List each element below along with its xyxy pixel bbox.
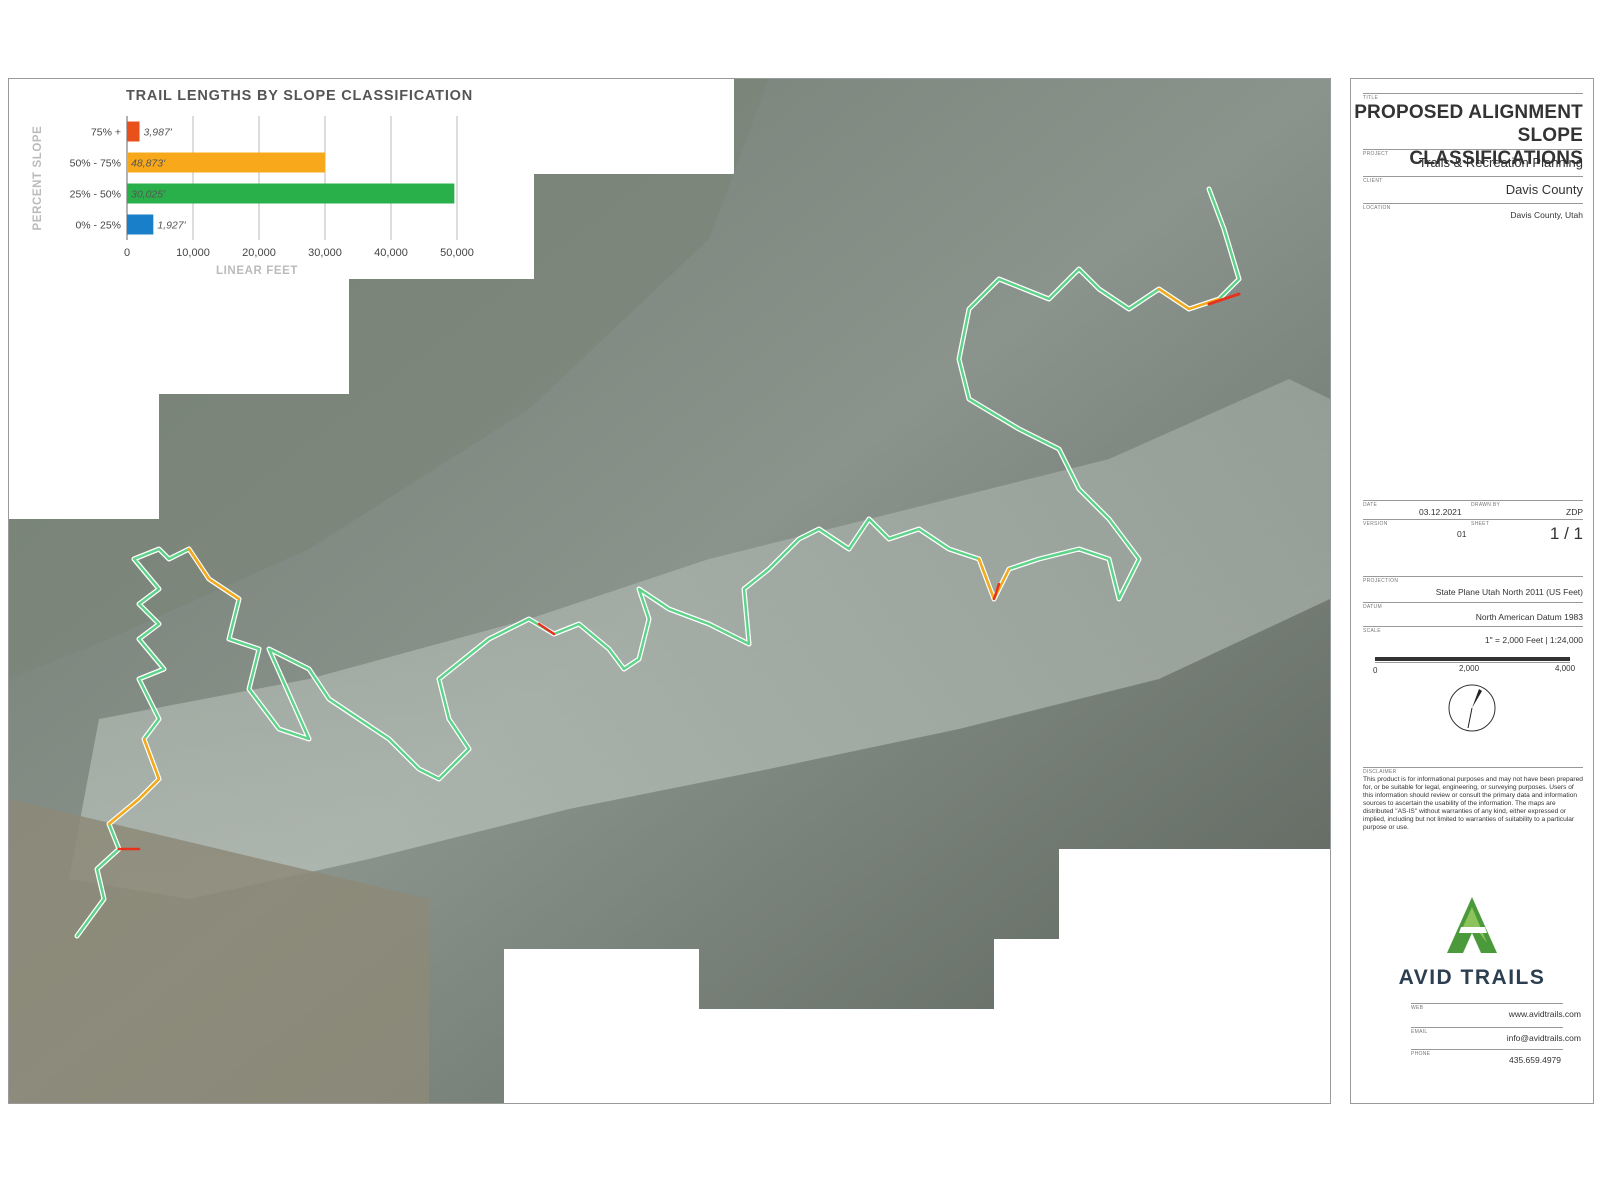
x-tick-label: 0 <box>124 247 130 259</box>
version-value: 01 <box>1457 529 1467 539</box>
category-label: 75% + <box>91 127 121 139</box>
bar <box>127 214 154 235</box>
scale-value: 1" = 2,000 Feet | 1:24,000 <box>1484 635 1583 645</box>
scale-label: SCALE <box>1363 628 1381 634</box>
data-label: 1,927' <box>157 220 186 232</box>
logo-wordmark: AVID TRAILS <box>1398 966 1546 989</box>
email-link[interactable]: info@avidtrails.com <box>1507 1033 1581 1043</box>
project-label: PROJECT <box>1363 151 1389 157</box>
client-label: CLIENT <box>1363 178 1383 184</box>
scale-tick-0: 0 <box>1373 666 1378 675</box>
map-title-line1: PROPOSED ALIGNMENT <box>1354 102 1583 123</box>
disclaimer-label: DISCLAIMER <box>1363 769 1397 775</box>
bar <box>127 121 140 142</box>
email-label: EMAIL <box>1411 1029 1428 1035</box>
phone-number: 435.659.4979 <box>1509 1055 1561 1065</box>
phone-label: PHONE <box>1411 1051 1431 1057</box>
drawn-by-label: DRAWN BY <box>1471 502 1501 508</box>
web-link[interactable]: www.avidtrails.com <box>1509 1009 1581 1019</box>
disclaimer-text: This product is for informational purpos… <box>1363 776 1583 831</box>
projection-label: PROJECTION <box>1363 578 1399 584</box>
y-axis-label: PERCENT SLOPE <box>32 126 44 231</box>
web-label: WEB <box>1411 1005 1424 1011</box>
scale-tick-2000: 2,000 <box>1459 664 1480 673</box>
data-label: 3,987' <box>144 127 173 139</box>
sheet-value: 1 / 1 <box>1549 524 1583 543</box>
version-label: VERSION <box>1363 521 1388 527</box>
drawn-by-value: ZDP <box>1566 507 1583 517</box>
client-name: Davis County <box>1505 182 1583 197</box>
date-label: DATE <box>1363 502 1378 508</box>
x-tick-label: 20,000 <box>242 247 276 259</box>
category-label: 0% - 25% <box>75 220 121 232</box>
category-label: 25% - 50% <box>70 189 121 201</box>
bar <box>127 183 455 204</box>
date-value: 03.12.2021 <box>1419 507 1462 517</box>
data-label: 48,873' <box>131 158 166 170</box>
avid-trails-logo-icon <box>1447 897 1497 953</box>
location-name: Davis County, Utah <box>1510 210 1583 220</box>
projection-value: State Plane Utah North 2011 (US Feet) <box>1435 587 1583 597</box>
x-tick-label: 10,000 <box>176 247 210 259</box>
scale-bar <box>1375 657 1570 661</box>
slope-chart: TRAIL LENGTHS BY SLOPE CLASSIFICATION 01… <box>8 78 488 298</box>
datum-value: North American Datum 1983 <box>1475 612 1583 622</box>
datum-label: DATUM <box>1363 604 1382 610</box>
x-axis-label: LINEAR FEET <box>216 265 298 277</box>
data-label: 30,025' <box>131 189 166 201</box>
scale-bar-inner <box>1375 662 1570 663</box>
project-name: Trails & Recreation Planning <box>1418 155 1583 170</box>
chart-canvas: 0 10,000 20,000 30,000 40,000 50,000 75% + 3,98… <box>32 116 474 277</box>
x-tick-label: 40,000 <box>374 247 408 259</box>
scale-tick-4000: 4,000 <box>1555 664 1576 673</box>
sheet-label: SHEET <box>1471 521 1490 527</box>
x-tick-label: 30,000 <box>308 247 342 259</box>
title-block: TITLE PROPOSED ALIGNMENT SLOPE CLASSIFIC… <box>1350 78 1594 1104</box>
x-tick-label: 50,000 <box>440 247 474 259</box>
north-arrow-icon <box>1448 684 1496 732</box>
category-label: 50% - 75% <box>70 158 121 170</box>
location-label: LOCATION <box>1363 205 1391 211</box>
